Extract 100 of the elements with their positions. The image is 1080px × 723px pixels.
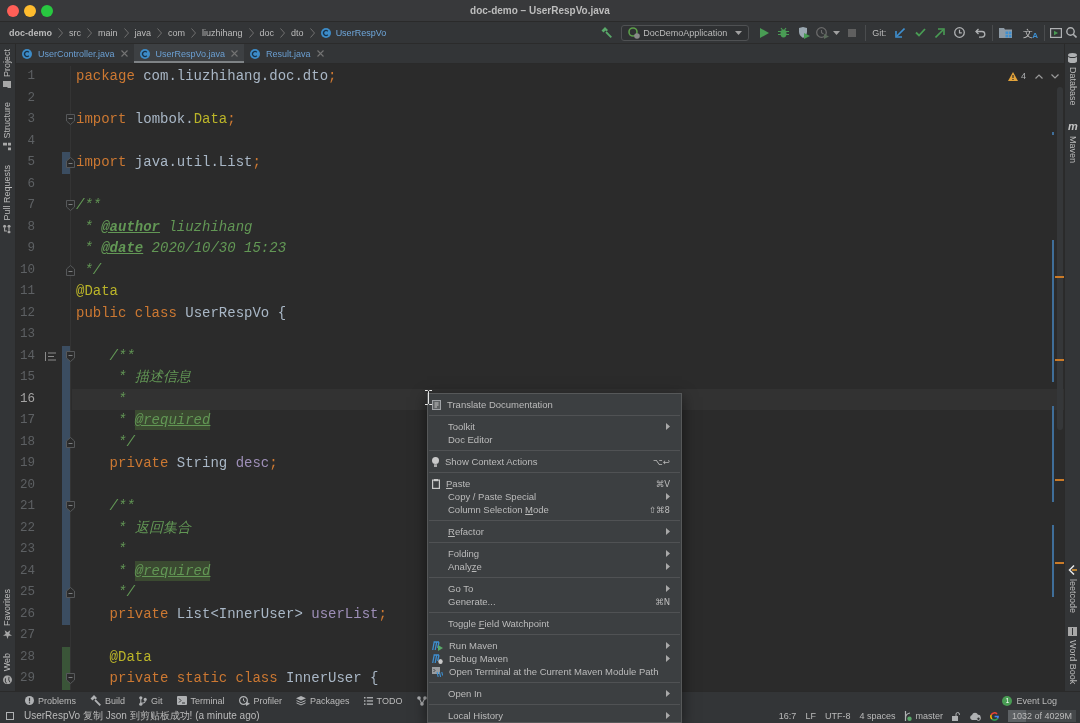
exclamation-circle-icon xyxy=(25,696,34,705)
menu-item[interactable]: Translate Documentation xyxy=(432,399,553,410)
menu-item[interactable]: Refactor xyxy=(448,526,484,537)
caret-down-icon[interactable] xyxy=(1051,73,1059,79)
shield-play-icon[interactable] xyxy=(798,26,811,39)
clock-icon[interactable] xyxy=(954,27,966,38)
tool-window-button[interactable]: Structure xyxy=(2,99,13,154)
menu-item[interactable]: Show Context Actions xyxy=(432,456,538,467)
menu-item[interactable]: Run Maven xyxy=(432,640,498,651)
memory-indicator[interactable]: 1032 of 4029M xyxy=(1007,710,1076,722)
tool-window-button[interactable]: Word Book xyxy=(1067,623,1078,687)
arrow-up-right-icon[interactable] xyxy=(935,27,946,38)
editor-tab[interactable]: Result.java xyxy=(244,44,330,63)
tool-window-button[interactable]: leetcode xyxy=(1067,561,1078,616)
breadcrumb-item[interactable]: UserRespVo xyxy=(320,27,387,38)
menu-item[interactable]: Toolkit xyxy=(448,421,475,432)
menu-item[interactable]: Generate... xyxy=(448,596,496,607)
menu-item[interactable]: Local History xyxy=(448,710,503,721)
unlock-icon[interactable] xyxy=(951,711,960,721)
cloud-icon[interactable] xyxy=(968,711,981,721)
fold-marker-icon[interactable] xyxy=(66,157,75,169)
tool-window-button[interactable]: Packages xyxy=(291,695,355,706)
menu-item[interactable]: Toggle Field Watchpoint xyxy=(448,618,550,629)
caret-position[interactable]: 16:7 xyxy=(778,711,797,721)
tool-window-button[interactable]: Problems xyxy=(20,695,81,706)
warning-stripe-marker[interactable] xyxy=(1055,276,1064,278)
folder-grid-icon[interactable] xyxy=(999,27,1013,38)
menu-item[interactable]: Folding xyxy=(448,548,480,559)
bug-icon[interactable] xyxy=(778,27,790,38)
fold-marker-icon[interactable] xyxy=(66,114,75,126)
code-line: * xyxy=(118,390,127,407)
fold-marker-icon[interactable] xyxy=(66,436,75,448)
branch-widget[interactable]: master xyxy=(904,711,943,721)
breadcrumb-item[interactable]: java xyxy=(134,27,152,38)
undo-icon[interactable] xyxy=(975,27,987,38)
menu-item[interactable]: Debug Maven xyxy=(432,653,509,664)
run-config-dropdown[interactable]: DocDemoApplication xyxy=(621,24,750,41)
breadcrumb-item[interactable]: src xyxy=(69,27,81,38)
breadcrumb-item[interactable]: doc-demo xyxy=(9,27,52,38)
fold-marker-icon[interactable] xyxy=(66,350,75,362)
menu-item[interactable]: Go To xyxy=(448,583,474,594)
editor-tab[interactable]: UserController.java xyxy=(16,44,134,63)
fold-marker-icon[interactable] xyxy=(66,673,75,685)
editor-tab[interactable]: UserRespVo.java xyxy=(133,44,245,63)
code-line: * xyxy=(118,541,127,557)
fold-marker-icon[interactable] xyxy=(66,264,75,276)
lines-icon[interactable] xyxy=(44,351,56,361)
menu-item[interactable]: Analyze xyxy=(448,561,482,572)
tool-window-button[interactable]: Project xyxy=(2,46,13,91)
breadcrumb-item[interactable]: main xyxy=(98,27,118,38)
scrollbar-thumb[interactable] xyxy=(1057,87,1063,430)
close-icon[interactable] xyxy=(231,50,239,57)
breadcrumb-item[interactable]: dto xyxy=(291,27,304,38)
fold-marker-icon[interactable] xyxy=(66,501,75,513)
warning-stripe-marker[interactable] xyxy=(1055,359,1064,361)
caret-icon[interactable] xyxy=(833,30,841,35)
stop-icon[interactable] xyxy=(848,28,857,37)
square-icon[interactable] xyxy=(6,712,14,720)
warning-stripe-marker[interactable] xyxy=(1055,562,1064,564)
tool-window-button[interactable]: Pull Requests xyxy=(2,161,13,237)
g-logo-icon[interactable] xyxy=(989,711,999,721)
maximize-icon[interactable] xyxy=(41,4,53,17)
menu-item[interactable]: Doc Editor xyxy=(448,434,493,445)
breadcrumb-item[interactable]: com xyxy=(168,27,186,38)
line-separator[interactable]: LF xyxy=(805,711,816,721)
caret-up-icon[interactable] xyxy=(1035,73,1043,79)
fold-marker-icon[interactable] xyxy=(66,200,75,212)
tool-window-button[interactable]: Git xyxy=(134,695,168,706)
fold-marker-icon[interactable] xyxy=(66,587,75,599)
close-icon[interactable] xyxy=(120,50,128,57)
minimize-icon[interactable] xyxy=(24,4,36,17)
close-icon[interactable] xyxy=(316,50,324,57)
tool-window-button[interactable]: TODO xyxy=(358,695,408,706)
close-icon[interactable] xyxy=(7,4,19,17)
search-icon[interactable] xyxy=(1066,27,1077,38)
breadcrumb-item[interactable]: doc xyxy=(259,27,275,38)
tool-window-button[interactable]: Build xyxy=(85,695,131,706)
indent-setting[interactable]: 4 spaces xyxy=(859,711,896,721)
menu-item[interactable]: Open Terminal at the Current Maven Module Path xyxy=(432,666,659,677)
run-icon[interactable] xyxy=(760,27,770,38)
node-graph-icon[interactable] xyxy=(417,695,428,706)
play-window-icon[interactable] xyxy=(1050,27,1062,38)
hammer-icon[interactable] xyxy=(601,27,613,38)
tool-window-button[interactable]: Web xyxy=(2,649,13,687)
menu-item[interactable]: Copy / Paste Special xyxy=(448,491,537,502)
tool-window-button[interactable]: Profiler xyxy=(233,695,288,706)
menu-item[interactable]: Column Selection Mode xyxy=(448,504,549,515)
file-encoding[interactable]: UTF-8 xyxy=(824,711,851,721)
tool-window-button[interactable]: Terminal xyxy=(171,695,230,706)
menu-item[interactable]: Paste xyxy=(432,478,471,489)
clock-play-icon[interactable] xyxy=(816,26,830,39)
tool-window-button[interactable]: Favorites xyxy=(2,585,13,642)
tool-window-button[interactable]: Database xyxy=(1067,50,1078,109)
arrow-down-left-icon[interactable] xyxy=(895,27,906,38)
breadcrumb-item[interactable]: liuzhihang xyxy=(202,27,243,38)
code-line: private List<InnerUser> userList; xyxy=(109,605,387,622)
check-icon[interactable] xyxy=(915,28,927,37)
menu-item[interactable]: Open In xyxy=(448,688,482,699)
tool-window-button[interactable]: m Maven xyxy=(1067,116,1078,166)
warning-stripe-marker[interactable] xyxy=(1055,479,1064,481)
